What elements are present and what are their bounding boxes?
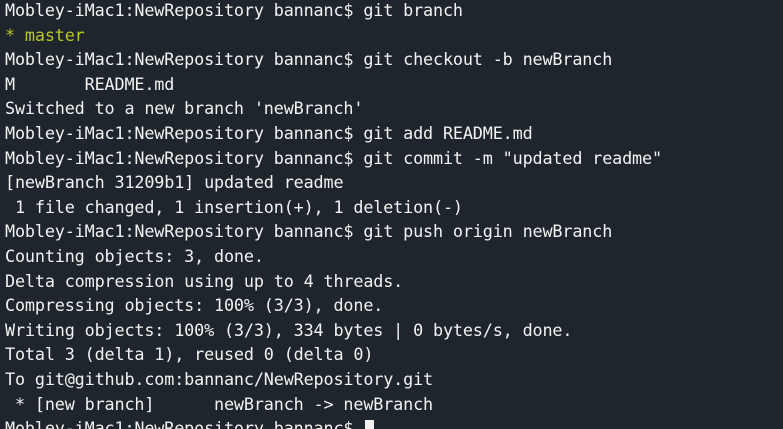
current-branch-line: * master — [5, 24, 85, 45]
terminal-line: Mobley-iMac1:NewRepository bannanc$ git … — [5, 221, 613, 242]
terminal-line: Mobley-iMac1:NewRepository bannanc$ git … — [5, 122, 533, 143]
terminal-line: Total 3 (delta 1), reused 0 (delta 0) — [5, 344, 374, 365]
terminal-line: Switched to a new branch 'newBranch' — [5, 98, 364, 119]
prompt-line[interactable]: Mobley-iMac1:NewRepository bannanc$ — [5, 416, 783, 429]
terminal-line: M README.md — [5, 73, 175, 94]
cursor[interactable] — [365, 420, 375, 429]
terminal-output: Mobley-iMac1:NewRepository bannanc$ git … — [5, 0, 783, 429]
terminal-window[interactable]: Mobley-iMac1:NewRepository bannanc$ git … — [0, 0, 783, 429]
terminal-line: 1 file changed, 1 insertion(+), 1 deleti… — [5, 196, 463, 217]
terminal-line: [newBranch 31209b1] updated readme — [5, 172, 344, 193]
terminal-line: Mobley-iMac1:NewRepository bannanc$ git … — [5, 0, 463, 20]
terminal-line: Mobley-iMac1:NewRepository bannanc$ git … — [5, 49, 613, 70]
terminal-line: Compressing objects: 100% (3/3), done. — [5, 295, 384, 316]
terminal-line: * [new branch] newBranch -> newBranch — [5, 393, 433, 414]
terminal-line: Writing objects: 100% (3/3), 334 bytes |… — [5, 319, 573, 340]
terminal-line: Delta compression using up to 4 threads. — [5, 270, 404, 291]
terminal-line: To git@github.com:bannanc/NewRepository.… — [5, 368, 433, 389]
prompt: Mobley-iMac1:NewRepository bannanc$ — [5, 418, 364, 429]
terminal-line: Mobley-iMac1:NewRepository bannanc$ git … — [5, 147, 662, 168]
terminal-line: Counting objects: 3, done. — [5, 245, 264, 266]
